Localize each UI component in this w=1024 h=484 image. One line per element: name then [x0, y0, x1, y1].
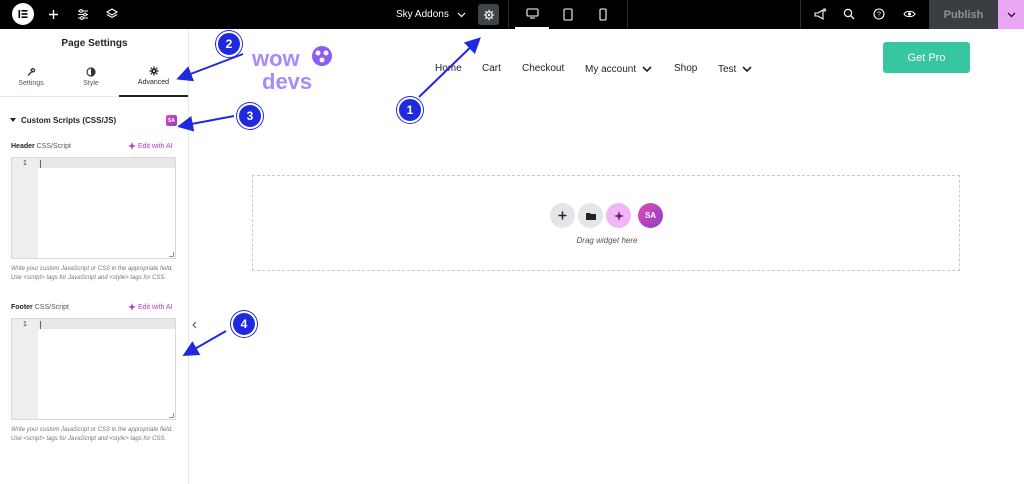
- search-icon[interactable]: [837, 3, 861, 25]
- svg-text:wow: wow: [252, 46, 301, 71]
- header-script-editor[interactable]: 1: [11, 157, 176, 259]
- footer-script-editor[interactable]: 1: [11, 318, 176, 420]
- sparkle-icon: [128, 303, 136, 311]
- get-pro-button[interactable]: Get Pro: [883, 42, 970, 73]
- tablet-view-button[interactable]: [551, 0, 585, 29]
- tab-advanced[interactable]: Advanced: [119, 57, 188, 97]
- panel-title: Page Settings: [61, 38, 128, 49]
- site-name: Sky Addons: [396, 9, 449, 20]
- chevron-down-icon: [642, 66, 652, 73]
- sky-addons-badge: SA: [166, 115, 177, 126]
- callout-2: 2: [216, 31, 242, 57]
- svg-text:devs: devs: [262, 69, 312, 94]
- mobile-view-button[interactable]: [586, 0, 620, 29]
- sparkle-icon: [128, 142, 136, 150]
- header-script-label: Header CSS/Script: [11, 143, 71, 150]
- tablet-icon: [563, 8, 573, 21]
- chevron-left-icon: [191, 321, 196, 329]
- chevron-down-icon: [1007, 12, 1015, 17]
- gear-icon: [483, 9, 494, 20]
- nav-item-cart[interactable]: Cart: [482, 63, 501, 74]
- sky-addons-templates-button[interactable]: SA: [638, 203, 663, 228]
- sparkle-icon: [613, 210, 624, 221]
- contrast-icon: [86, 67, 96, 77]
- editor-topbar: Sky Addons ? Publish: [0, 0, 1024, 29]
- custom-scripts-section-toggle[interactable]: Custom Scripts (CSS/JS): [10, 116, 116, 125]
- footer-help-text: Write your custom JavaScript or CSS in t…: [11, 427, 173, 442]
- publish-options-button[interactable]: [998, 0, 1024, 29]
- nav-item-home[interactable]: Home: [435, 63, 462, 74]
- chevron-down-icon: [457, 12, 466, 17]
- header-help-text: Write your custom JavaScript or CSS in t…: [11, 266, 173, 281]
- wrench-icon: [27, 67, 36, 76]
- mobile-icon: [599, 8, 607, 21]
- footer-edit-with-ai-link[interactable]: Edit with AI: [128, 303, 173, 311]
- header-edit-with-ai-link[interactable]: Edit with AI: [128, 142, 173, 150]
- desktop-view-button[interactable]: [515, 0, 549, 29]
- elementor-logo-icon[interactable]: [12, 3, 34, 25]
- arrow-2: [176, 53, 244, 82]
- nav-item-checkout[interactable]: Checkout: [522, 63, 564, 74]
- add-section-button[interactable]: [550, 203, 575, 228]
- help-icon[interactable]: ?: [867, 3, 891, 25]
- callout-4: 4: [231, 311, 257, 337]
- nav-item-my-account[interactable]: My account: [585, 64, 652, 75]
- sliders-icon[interactable]: [71, 3, 95, 25]
- edit-with-ai-label: Edit with AI: [138, 303, 173, 311]
- section-title: Custom Scripts (CSS/JS): [21, 116, 117, 125]
- footer-script-label: Footer CSS/Script: [11, 304, 69, 311]
- tab-advanced-label: Advanced: [137, 79, 170, 86]
- add-icon[interactable]: [41, 3, 65, 25]
- widget-dropzone[interactable]: SA Drag widget here: [252, 175, 960, 271]
- nav-item-test[interactable]: Test: [718, 64, 752, 75]
- panel-tabs: Settings Style Advanced: [0, 57, 189, 97]
- page-settings-panel: Page Settings Settings Style Advanced Cu…: [0, 29, 189, 484]
- add-icon: [558, 211, 567, 220]
- svg-text:?: ?: [877, 12, 881, 19]
- tab-style[interactable]: Style: [60, 57, 122, 97]
- layers-icon[interactable]: [100, 3, 124, 25]
- collapse-panel-button[interactable]: [189, 316, 199, 334]
- desktop-icon: [525, 8, 539, 19]
- dropzone-text: Drag widget here: [576, 236, 638, 245]
- tab-style-label: Style: [83, 80, 99, 87]
- ai-generate-button[interactable]: [606, 203, 631, 228]
- site-selector[interactable]: Sky Addons: [396, 0, 466, 29]
- nav-item-shop[interactable]: Shop: [674, 63, 697, 74]
- edit-with-ai-label: Edit with AI: [138, 142, 173, 150]
- resize-handle[interactable]: [169, 413, 174, 418]
- gear-icon: [148, 66, 159, 76]
- caret-down-icon: [10, 118, 16, 122]
- eye-icon[interactable]: [897, 3, 921, 25]
- line-number: 1: [12, 319, 38, 419]
- tab-settings-label: Settings: [18, 80, 44, 87]
- tab-settings[interactable]: Settings: [0, 57, 62, 97]
- callout-3: 3: [237, 103, 263, 129]
- site-logo[interactable]: wow devs: [251, 44, 342, 94]
- resize-handle[interactable]: [169, 252, 174, 257]
- announcement-icon[interactable]: [808, 3, 832, 25]
- arrow-4: [182, 330, 227, 356]
- callout-1: 1: [397, 97, 423, 123]
- page-settings-button[interactable]: [478, 4, 499, 25]
- chevron-down-icon: [742, 66, 752, 73]
- folder-icon: [585, 212, 596, 220]
- add-template-button[interactable]: [578, 203, 603, 228]
- line-number: 1: [12, 158, 38, 258]
- publish-button[interactable]: Publish: [929, 0, 998, 29]
